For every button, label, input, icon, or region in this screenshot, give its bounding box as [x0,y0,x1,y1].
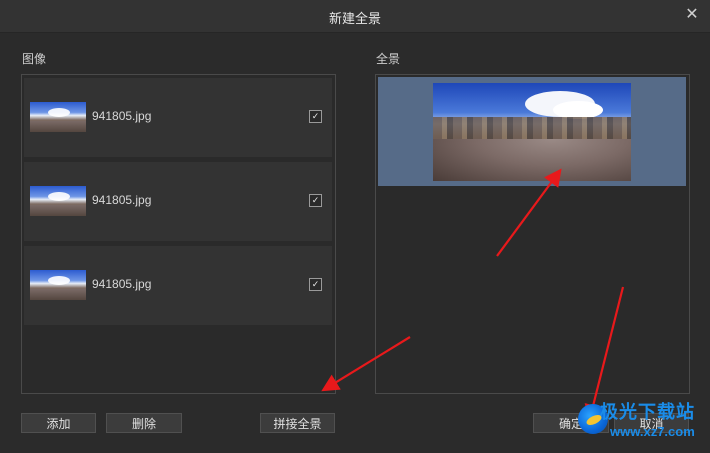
image-filename: 941805.jpg [92,109,152,123]
include-checkbox[interactable]: ✓ [309,278,322,291]
list-item[interactable]: 941805.jpg ✓ [24,78,332,157]
window-title: 新建全景 [328,11,381,26]
list-item[interactable]: 941805.jpg ✓ [24,246,332,325]
panorama-preview [433,83,631,181]
image-thumbnail [30,270,86,300]
image-thumbnail [30,102,86,132]
image-list[interactable]: 941805.jpg ✓ 941805.jpg ✓ 941805.jpg ✓ [21,74,336,394]
image-filename: 941805.jpg [92,277,152,291]
watermark: 极光下载站 www.xz7.com [578,398,706,448]
panorama-list[interactable] [375,74,690,394]
watermark-text: 极光下载站 [600,402,695,422]
panorama-item-selected[interactable] [378,77,686,186]
include-checkbox[interactable]: ✓ [309,110,322,123]
panorama-label: 全景 [376,52,401,66]
image-thumbnail [30,186,86,216]
watermark-url: www.xz7.com [610,424,695,439]
title-bar: 新建全景 ✕ [0,0,710,33]
add-button[interactable]: 添加 [21,413,96,433]
image-filename: 941805.jpg [92,193,152,207]
list-item[interactable]: 941805.jpg ✓ [24,162,332,241]
delete-button[interactable]: 删除 [106,413,182,433]
stitch-panorama-button[interactable]: 拼接全景 [260,413,335,433]
include-checkbox[interactable]: ✓ [309,194,322,207]
images-label: 图像 [22,52,47,66]
close-icon[interactable]: ✕ [682,5,702,25]
